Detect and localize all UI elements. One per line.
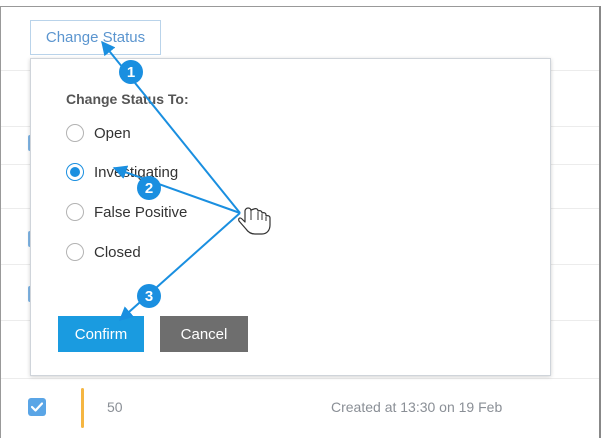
option-label: Open bbox=[94, 124, 131, 142]
cancel-button[interactable]: Cancel bbox=[160, 316, 248, 352]
row-checkbox-checked[interactable] bbox=[28, 398, 46, 416]
table-divider bbox=[1, 378, 599, 379]
option-label: False Positive bbox=[94, 203, 188, 221]
row-number: 50 bbox=[107, 399, 123, 415]
screen: Change Status Change Status To: Open Inv… bbox=[0, 0, 601, 438]
table-row[interactable]: 50 Created at 13:30 on 19 Feb bbox=[1, 380, 599, 436]
option-label: Closed bbox=[94, 243, 141, 261]
dialog-title: Change Status To: bbox=[66, 91, 189, 107]
severity-indicator bbox=[81, 388, 84, 428]
radio-button[interactable] bbox=[66, 243, 84, 261]
checkmark-icon bbox=[31, 402, 43, 412]
change-status-dialog: Change Status To: Open Investigating Fal… bbox=[30, 58, 551, 376]
radio-button[interactable] bbox=[66, 203, 84, 221]
status-option-open[interactable]: Open bbox=[66, 124, 131, 142]
frame-top-border bbox=[0, 6, 601, 7]
confirm-button[interactable]: Confirm bbox=[58, 316, 144, 352]
option-label: Investigating bbox=[94, 163, 179, 181]
status-option-investigating[interactable]: Investigating bbox=[66, 163, 178, 181]
status-option-closed[interactable]: Closed bbox=[66, 243, 141, 261]
row-created-time: Created at 13:30 on 19 Feb bbox=[331, 399, 503, 415]
change-status-button[interactable]: Change Status bbox=[30, 20, 161, 55]
status-option-false-positive[interactable]: False Positive bbox=[66, 203, 187, 221]
radio-button-selected[interactable] bbox=[66, 163, 84, 181]
radio-button[interactable] bbox=[66, 124, 84, 142]
